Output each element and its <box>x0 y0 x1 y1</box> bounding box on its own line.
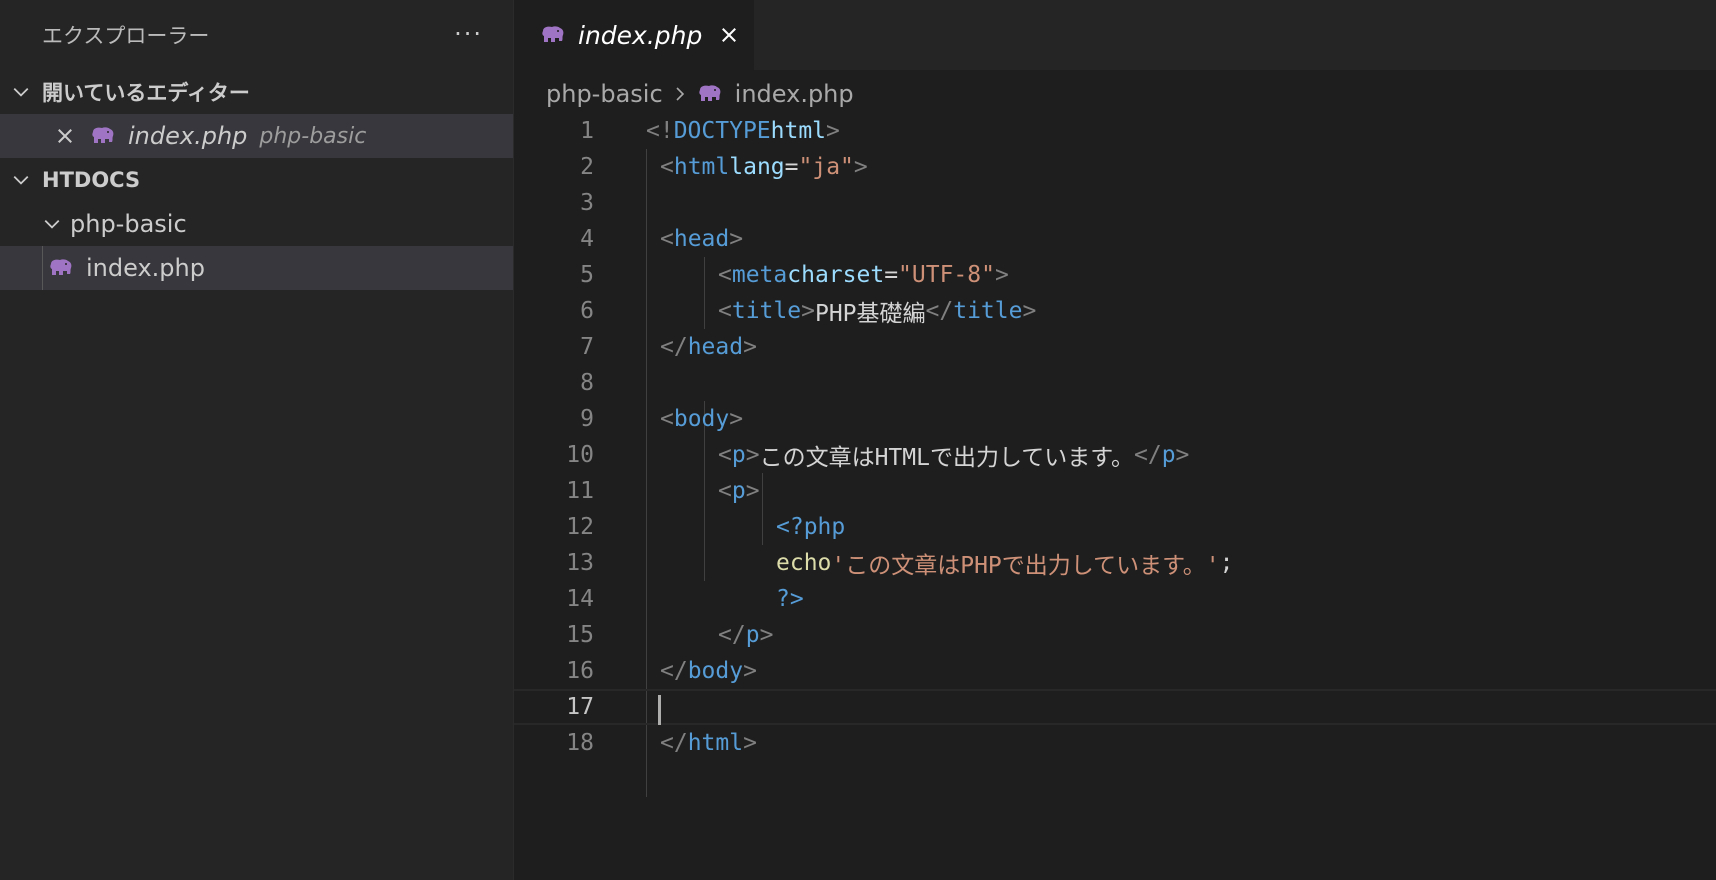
folder-name: php-basic <box>70 210 187 238</box>
code-line: 7 </head > <box>514 329 1716 365</box>
line-number: 6 <box>580 298 594 324</box>
line-number: 11 <box>566 478 594 504</box>
chevron-down-icon <box>0 83 42 101</box>
php-elephant-icon <box>50 259 72 275</box>
php-elephant-icon <box>542 26 564 42</box>
open-editor-item[interactable]: index.php php-basic <box>0 114 513 158</box>
folder-item-php-basic[interactable]: php-basic <box>0 202 513 246</box>
line-content: < p > <box>718 478 760 504</box>
explorer-header: エクスプローラー ··· <box>0 0 513 70</box>
file-name: index.php <box>86 254 205 282</box>
line-content: < p > この文章はHTMLで出力しています。 </p > <box>718 442 1190 471</box>
explorer-title: エクスプローラー <box>42 24 210 48</box>
code-line: 8 <box>514 365 1716 401</box>
line-number: 3 <box>580 190 594 216</box>
chevron-down-icon <box>0 171 42 189</box>
line-content: echo 'この文章はPHPで出力しています。'; <box>776 550 1234 579</box>
close-icon[interactable] <box>54 126 76 146</box>
line-number: 15 <box>566 622 594 648</box>
line-number: 14 <box>566 586 594 612</box>
line-number: 13 <box>566 550 594 576</box>
code-line: 13 echo 'この文章はPHPで出力しています。'; <box>514 545 1716 581</box>
line-number: 4 <box>580 226 594 252</box>
explorer-sidebar: エクスプローラー ··· 開いているエディター index.php php-ba… <box>0 0 514 880</box>
code-line: 14 ?> <box>514 581 1716 617</box>
code-line: 10 < p > この文章はHTMLで出力しています。 </p > <box>514 437 1716 473</box>
tab-label: index.php <box>578 20 703 50</box>
code-line: 18 </html > <box>514 725 1716 761</box>
file-item-index-php[interactable]: index.php <box>0 246 513 290</box>
editor-area: index.php php-basic index.php 1 <! DOCTYP… <box>514 0 1716 880</box>
line-number: 5 <box>580 262 594 288</box>
breadcrumb-file[interactable]: index.php <box>735 80 854 108</box>
line-number: 1 <box>580 118 594 144</box>
more-actions-icon[interactable]: ··· <box>454 20 483 48</box>
code-line: 2 < html lang = "ja" > <box>514 149 1716 185</box>
open-editors-section-header[interactable]: 開いているエディター <box>0 70 513 114</box>
code-line: 16 </body > <box>514 653 1716 689</box>
tab-bar: index.php <box>514 0 1716 70</box>
code-line: 6 < title > PHP基礎編 </title > <box>514 293 1716 329</box>
chevron-right-icon <box>673 86 687 102</box>
line-content: </head > <box>660 334 757 360</box>
code-line-active[interactable]: 17 <box>514 689 1716 725</box>
code-line: 15 </p > <box>514 617 1716 653</box>
open-editor-folder: php-basic <box>259 123 367 149</box>
line-content: < body > <box>660 406 744 432</box>
line-content: < title > PHP基礎編 </title > <box>718 298 1037 327</box>
code-line: 1 <! DOCTYPE html > <box>514 113 1716 149</box>
tab-index-php[interactable]: index.php <box>514 0 754 70</box>
line-content: <?php <box>776 514 846 540</box>
line-content: < meta charset = "UTF-8" > <box>718 262 1009 288</box>
line-number: 2 <box>580 154 594 180</box>
php-elephant-icon <box>92 127 114 143</box>
code-editor[interactable]: 1 <! DOCTYPE html > 2 < html lang = "ja" > 3 4… <box>514 113 1716 797</box>
line-number: 16 <box>566 658 594 684</box>
line-number: 9 <box>580 406 594 432</box>
php-elephant-icon <box>698 85 721 101</box>
breadcrumb: php-basic index.php <box>514 70 1716 118</box>
open-editors-label: 開いているエディター <box>42 81 250 105</box>
line-content: </p > <box>718 622 774 648</box>
code-line: 9 < body > <box>514 401 1716 437</box>
code-line: 3 <box>514 185 1716 221</box>
line-number: 8 <box>580 370 594 396</box>
text-cursor <box>658 695 661 725</box>
line-content: < html lang = "ja" > <box>660 154 868 180</box>
line-content: <! DOCTYPE html > <box>646 118 840 144</box>
line-number: 18 <box>566 730 594 756</box>
line-content: </body > <box>660 658 757 684</box>
code-line: 11 < p > <box>514 473 1716 509</box>
close-icon[interactable] <box>718 24 740 46</box>
workspace-section-header[interactable]: HTDOCS <box>0 158 513 202</box>
code-line: 4 < head > <box>514 221 1716 257</box>
workspace-label: HTDOCS <box>42 168 141 192</box>
line-number: 7 <box>580 334 594 360</box>
code-line: 5 < meta charset = "UTF-8" > <box>514 257 1716 293</box>
breadcrumb-folder[interactable]: php-basic <box>546 80 663 108</box>
open-editor-filename: index.php <box>128 122 248 150</box>
line-number: 10 <box>566 442 594 468</box>
line-content: < head > <box>660 226 744 252</box>
line-content: ?> <box>776 586 804 612</box>
line-number: 17 <box>566 694 594 720</box>
line-content: </html > <box>660 730 757 756</box>
line-number: 12 <box>566 514 594 540</box>
chevron-down-icon <box>34 215 70 233</box>
code-line: 12 <?php <box>514 509 1716 545</box>
